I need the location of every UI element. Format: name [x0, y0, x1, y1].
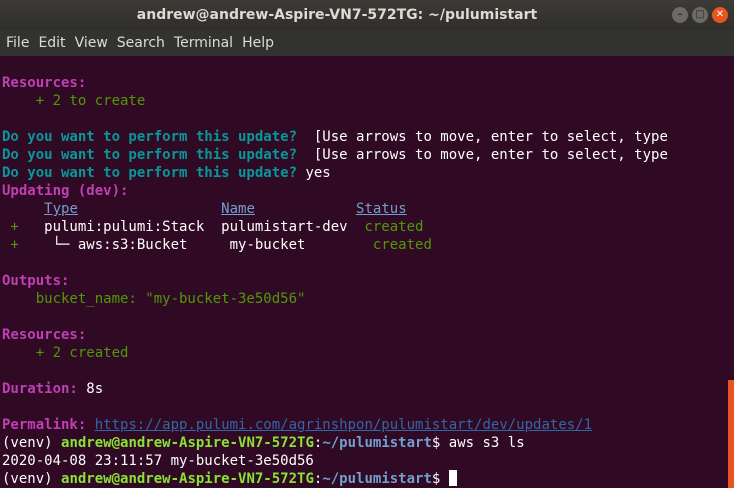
outputs-label: Outputs: — [2, 273, 70, 289]
resources-label: Resources: — [2, 327, 87, 343]
row-status: created — [372, 237, 432, 253]
shell-prompt-line: (venv) andrew@andrew-Aspire-VN7-572TG:~/… — [2, 470, 722, 488]
prompt-path: ~/pulumistart — [322, 471, 432, 487]
permalink-link[interactable]: https://app.pulumi.com/agrinshpon/pulumi… — [95, 417, 592, 433]
column-header-name: Name — [221, 201, 255, 217]
menubar: File Edit View Search Terminal Help — [0, 30, 734, 56]
command-text: aws s3 ls — [448, 435, 525, 451]
menu-search[interactable]: Search — [117, 35, 165, 51]
row-marker: + — [2, 219, 36, 235]
prompt-hint: [Use arrows to move, enter to select, ty… — [297, 129, 668, 145]
column-header-status: Status — [356, 201, 407, 217]
prompt-path: ~/pulumistart — [322, 435, 432, 451]
menu-file[interactable]: File — [6, 35, 29, 51]
prompt-hint: [Use arrows to move, enter to select, ty… — [297, 147, 668, 163]
terminal-output[interactable]: Resources: + 2 to create Do you want to … — [2, 74, 722, 488]
duration-label: Duration: — [2, 381, 78, 397]
column-header-type: Type — [44, 201, 78, 217]
prompt-dollar: $ — [431, 471, 449, 487]
venv-indicator: (venv) — [2, 471, 62, 487]
prompt-userhost: andrew@andrew-Aspire-VN7-572TG — [61, 471, 314, 487]
text-cursor — [448, 470, 457, 486]
menu-view[interactable]: View — [75, 35, 108, 51]
resources-label: Resources: — [2, 75, 87, 91]
output-value: bucket_name: "my-bucket-3e50d56" — [2, 291, 306, 307]
updating-label: Updating (dev): — [2, 183, 129, 199]
table-header: Type Name Status — [2, 200, 722, 218]
row-status: created — [364, 219, 424, 235]
venv-indicator: (venv) — [2, 435, 62, 451]
close-icon[interactable]: ✕ — [712, 7, 728, 23]
update-prompt: Do you want to perform this update? — [2, 165, 298, 181]
shell-prompt-line: (venv) andrew@andrew-Aspire-VN7-572TG:~/… — [2, 434, 722, 452]
command-output: 2020-04-08 23:11:57 my-bucket-3e50d56 — [2, 453, 314, 469]
row-name: pulumistart-dev — [221, 219, 348, 235]
resources-summary: + 2 to create — [2, 93, 146, 109]
prompt-dollar: $ — [431, 435, 449, 451]
duration-value: 8s — [77, 381, 104, 397]
table-row: + └─ aws:s3:Bucket my-bucket created — [2, 236, 722, 254]
row-marker: + — [2, 237, 36, 253]
prompt-answer: yes — [297, 165, 331, 181]
scrollbar-thumb[interactable] — [728, 380, 734, 488]
resources-summary: + 2 created — [2, 345, 129, 361]
row-type: pulumi:pulumi:Stack — [35, 219, 205, 235]
update-prompt: Do you want to perform this update? — [2, 147, 298, 163]
update-prompt: Do you want to perform this update? — [2, 129, 298, 145]
prompt-userhost: andrew@andrew-Aspire-VN7-572TG — [61, 435, 314, 451]
permalink-label: Permalink: — [2, 417, 87, 433]
row-type: └─ aws:s3:Bucket — [35, 237, 188, 253]
menu-terminal[interactable]: Terminal — [174, 35, 233, 51]
table-row: + pulumi:pulumi:Stack pulumistart-dev cr… — [2, 218, 722, 236]
row-name: my-bucket — [229, 237, 306, 253]
window-title: andrew@andrew-Aspire-VN7-572TG: ~/pulumi… — [136, 7, 538, 23]
menu-help[interactable]: Help — [242, 35, 274, 51]
minimize-icon[interactable]: – — [672, 7, 688, 23]
window-titlebar[interactable]: andrew@andrew-Aspire-VN7-572TG: ~/pulumi… — [0, 0, 734, 30]
menu-edit[interactable]: Edit — [38, 35, 65, 51]
maximize-icon[interactable]: □ — [692, 7, 708, 23]
